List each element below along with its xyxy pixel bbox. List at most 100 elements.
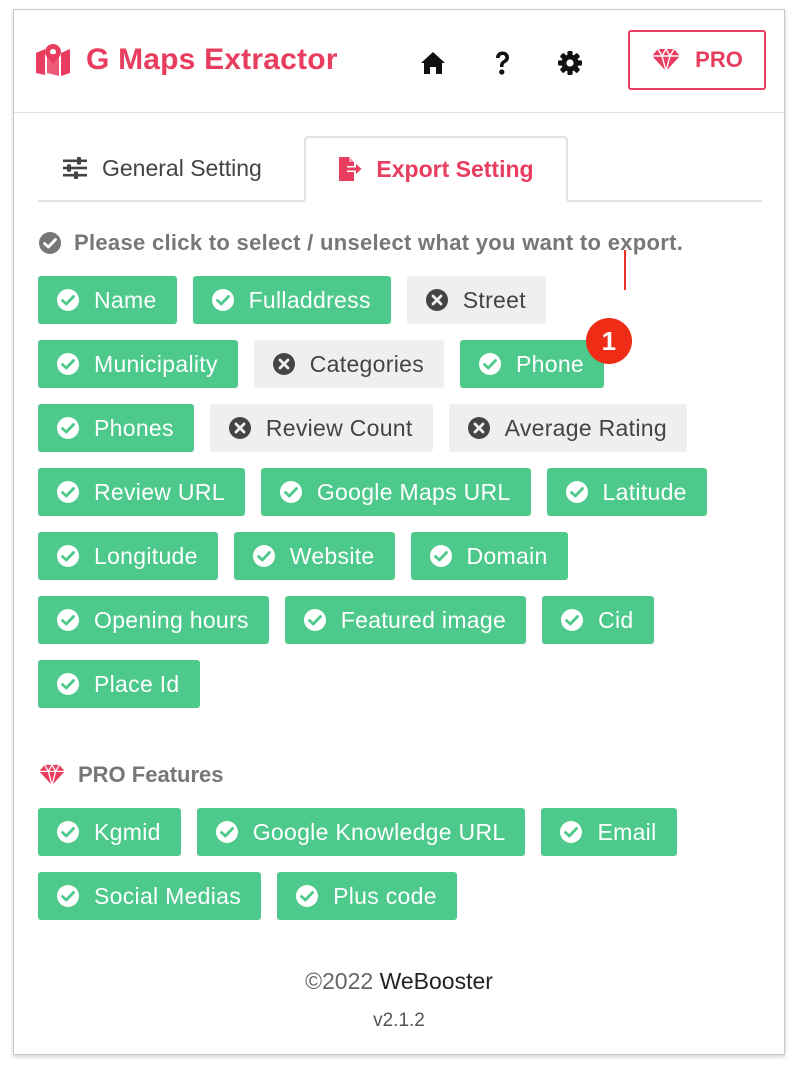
check-circle-icon bbox=[211, 288, 235, 312]
footer-copyright: ©2022 WeBooster bbox=[14, 968, 784, 995]
field-chip-website[interactable]: Website bbox=[233, 532, 395, 580]
field-chip-review-count[interactable]: Review Count bbox=[209, 404, 433, 452]
check-circle-icon bbox=[39, 232, 61, 254]
field-chip-label: Fulladdress bbox=[248, 286, 371, 313]
field-chip-google-knowledge-url[interactable]: Google Knowledge URL bbox=[196, 808, 526, 856]
check-circle-icon bbox=[56, 820, 80, 844]
field-chip-label: Kgmid bbox=[94, 818, 161, 845]
field-chip-kgmid[interactable]: Kgmid bbox=[38, 808, 181, 856]
field-chip-label: Google Knowledge URL bbox=[252, 818, 506, 845]
field-chip-phones[interactable]: Phones bbox=[38, 404, 194, 452]
app-logo: G Maps Extractor bbox=[34, 43, 338, 77]
field-chip-longitude[interactable]: Longitude bbox=[38, 532, 218, 580]
check-circle-icon bbox=[429, 544, 453, 568]
check-circle-icon bbox=[252, 544, 276, 568]
field-chip-label: Cid bbox=[598, 606, 634, 633]
file-export-icon bbox=[339, 157, 362, 181]
check-circle-icon bbox=[559, 820, 583, 844]
check-circle-icon bbox=[279, 480, 303, 504]
field-chip-label: Email bbox=[597, 818, 657, 845]
field-chip-review-url[interactable]: Review URL bbox=[38, 468, 245, 516]
version-label: v2.1.2 bbox=[373, 1010, 425, 1031]
gear-icon bbox=[558, 51, 582, 75]
export-instruction: Please click to select / unselect what y… bbox=[38, 230, 683, 256]
field-chip-label: Opening hours bbox=[94, 606, 249, 633]
field-chip-categories[interactable]: Categories bbox=[253, 340, 444, 388]
export-field-list: Name Fulladdress Street Municipality Categor… bbox=[38, 276, 758, 708]
field-chip-social-medias[interactable]: Social Medias bbox=[38, 872, 262, 920]
close-circle-icon bbox=[425, 288, 449, 312]
field-chip-label: Phones bbox=[94, 414, 174, 441]
tab-export-label: Export Setting bbox=[376, 155, 534, 182]
check-circle-icon bbox=[56, 544, 80, 568]
copyright-year: ©2022 bbox=[305, 968, 374, 994]
header: G Maps Extractor PRO bbox=[14, 10, 784, 113]
pro-button-label: PRO bbox=[695, 47, 743, 72]
field-chip-phone[interactable]: Phone 1 bbox=[460, 318, 633, 388]
field-chip-label: Categories bbox=[309, 350, 424, 377]
check-circle-icon bbox=[56, 608, 80, 632]
field-chip-label: Longitude bbox=[94, 542, 198, 569]
field-chip-label: Website bbox=[289, 542, 375, 569]
tab-export-setting[interactable]: Export Setting bbox=[304, 136, 568, 202]
field-chip-latitude[interactable]: Latitude bbox=[546, 468, 707, 516]
map-marker-icon bbox=[36, 44, 70, 76]
extension-popup: G Maps Extractor PRO General Setting Exp… bbox=[13, 9, 785, 1055]
close-circle-icon bbox=[467, 416, 491, 440]
notification-badge: 1 bbox=[586, 318, 633, 364]
check-circle-icon bbox=[215, 820, 239, 844]
check-circle-icon bbox=[56, 480, 80, 504]
sliders-icon bbox=[63, 157, 87, 179]
field-chip-plus-code[interactable]: Plus code bbox=[277, 872, 457, 920]
help-button[interactable] bbox=[487, 48, 517, 78]
field-chip-name[interactable]: Name bbox=[38, 276, 177, 324]
instruction-text: Please click to select / unselect what y… bbox=[74, 230, 684, 255]
field-chip-label: Name bbox=[94, 286, 157, 313]
field-chip-fulladdress[interactable]: Fulladdress bbox=[192, 276, 391, 324]
field-chip-street[interactable]: Street bbox=[406, 276, 546, 324]
field-chip-label: Latitude bbox=[602, 478, 687, 505]
tab-general-setting[interactable]: General Setting bbox=[62, 136, 262, 200]
check-circle-icon bbox=[295, 884, 319, 908]
field-chip-average-rating[interactable]: Average Rating bbox=[448, 404, 687, 452]
field-chip-label: Street bbox=[462, 286, 526, 313]
field-chip-domain[interactable]: Domain bbox=[410, 532, 568, 580]
diamond-icon bbox=[652, 48, 681, 72]
pro-button[interactable]: PRO bbox=[628, 30, 766, 90]
pro-features-title: PRO Features bbox=[78, 762, 224, 787]
close-circle-icon bbox=[272, 352, 296, 376]
check-circle-icon bbox=[478, 352, 502, 376]
field-chip-label: Featured image bbox=[340, 606, 507, 633]
check-circle-icon bbox=[56, 352, 80, 376]
home-icon bbox=[421, 52, 445, 74]
field-chip-label: Domain bbox=[466, 542, 548, 569]
close-circle-icon bbox=[228, 416, 252, 440]
field-chip-google-maps-url[interactable]: Google Maps URL bbox=[260, 468, 531, 516]
check-circle-icon bbox=[56, 416, 80, 440]
app-title: G Maps Extractor bbox=[86, 43, 338, 76]
pro-features-heading: PRO Features bbox=[38, 762, 224, 788]
pro-field-list: Kgmid Google Knowledge URL Email Social Med… bbox=[38, 808, 758, 920]
field-chip-label: Phone bbox=[516, 350, 585, 377]
check-circle-icon bbox=[303, 608, 327, 632]
field-chip-label: Review URL bbox=[94, 478, 225, 505]
settings-button[interactable] bbox=[555, 48, 585, 78]
field-chip-opening-hours[interactable]: Opening hours bbox=[38, 596, 269, 644]
home-button[interactable] bbox=[418, 48, 448, 78]
field-chip-label: Review Count bbox=[265, 414, 413, 441]
help-icon bbox=[496, 51, 509, 75]
field-chip-place-id[interactable]: Place Id bbox=[38, 660, 200, 708]
field-chip-featured-image[interactable]: Featured image bbox=[284, 596, 527, 644]
check-circle-icon bbox=[56, 672, 80, 696]
field-chip-email[interactable]: Email bbox=[541, 808, 677, 856]
field-chip-label: Plus code bbox=[333, 882, 437, 909]
footer-brand-link[interactable]: WeBooster bbox=[380, 968, 493, 994]
field-chip-cid[interactable]: Cid bbox=[542, 596, 654, 644]
field-chip-municipality[interactable]: Municipality bbox=[38, 340, 238, 388]
tab-general-label: General Setting bbox=[102, 154, 262, 181]
check-circle-icon bbox=[560, 608, 584, 632]
check-circle-icon bbox=[56, 288, 80, 312]
field-chip-label: Place Id bbox=[94, 670, 180, 697]
settings-tabs: General Setting Export Setting bbox=[38, 136, 762, 202]
check-circle-icon bbox=[565, 480, 589, 504]
